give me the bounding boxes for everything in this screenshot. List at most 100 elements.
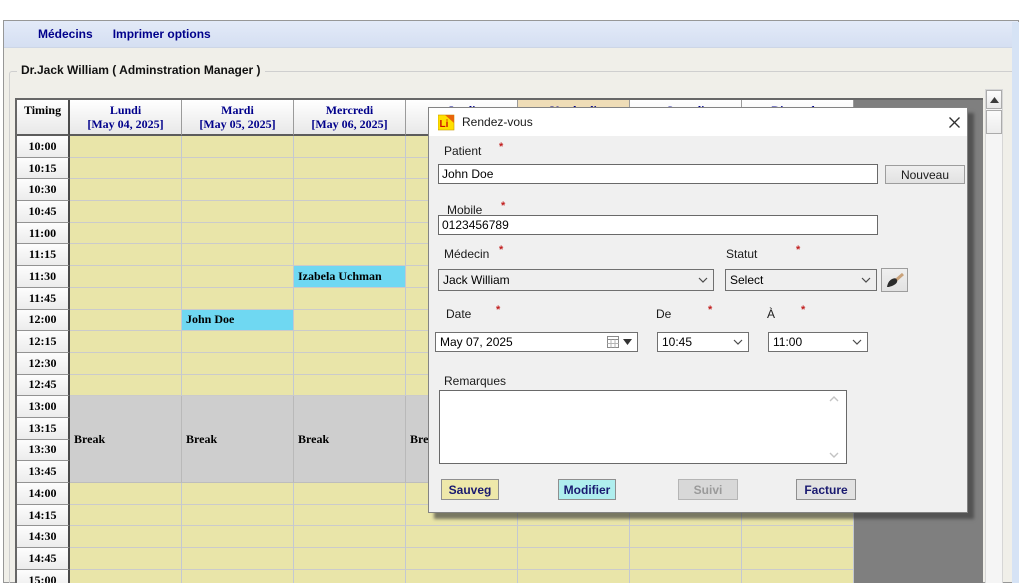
- dialog-title: Rendez-vous: [462, 115, 533, 129]
- sauveg-button[interactable]: Sauveg: [441, 479, 499, 500]
- mobile-input[interactable]: [438, 215, 878, 235]
- time-slot[interactable]: [70, 310, 182, 332]
- time-slot[interactable]: [182, 266, 294, 288]
- svg-text:Li: Li: [440, 119, 449, 130]
- time-slot[interactable]: [182, 375, 294, 397]
- nouveau-button[interactable]: Nouveau: [885, 165, 965, 184]
- time-slot[interactable]: [70, 244, 182, 266]
- time-slot[interactable]: [70, 136, 182, 158]
- break-cell: Break: [294, 396, 406, 483]
- time-slot[interactable]: [294, 375, 406, 397]
- time-slot[interactable]: [70, 353, 182, 375]
- time-slot[interactable]: [182, 548, 294, 570]
- textarea-scroll-down-icon: [829, 452, 839, 458]
- time-slot[interactable]: [406, 548, 518, 570]
- patient-input[interactable]: [438, 164, 878, 184]
- time-slot[interactable]: [294, 353, 406, 375]
- time-slot[interactable]: [70, 201, 182, 223]
- remarques-textarea[interactable]: [439, 390, 847, 464]
- required-marker: *: [499, 244, 503, 256]
- date-value: May 07, 2025: [440, 335, 513, 349]
- time-slot[interactable]: [182, 201, 294, 223]
- time-slot[interactable]: [294, 179, 406, 201]
- time-slot[interactable]: [182, 483, 294, 505]
- time-slot[interactable]: [294, 310, 406, 332]
- time-slot[interactable]: [182, 526, 294, 548]
- time-label: 14:15: [17, 505, 70, 527]
- time-slot[interactable]: [294, 136, 406, 158]
- time-slot[interactable]: [294, 288, 406, 310]
- time-slot[interactable]: [70, 223, 182, 245]
- time-slot[interactable]: [630, 526, 742, 548]
- time-slot[interactable]: [294, 505, 406, 527]
- time-slot[interactable]: [70, 288, 182, 310]
- time-slot[interactable]: [70, 526, 182, 548]
- patient-label: Patient: [444, 144, 481, 158]
- color-brush-button[interactable]: [881, 268, 908, 292]
- facture-button[interactable]: Facture: [796, 479, 856, 500]
- modifier-button[interactable]: Modifier: [558, 479, 616, 500]
- day-header-mardi[interactable]: Mardi[May 05, 2025]: [182, 100, 294, 136]
- date-picker[interactable]: May 07, 2025: [435, 332, 638, 352]
- time-slot[interactable]: [70, 548, 182, 570]
- appointment-cell[interactable]: Izabela Uchman: [294, 266, 406, 288]
- time-slot[interactable]: [294, 526, 406, 548]
- menu-item-imprimer-options[interactable]: Imprimer options: [103, 27, 221, 41]
- de-combobox[interactable]: 10:45: [657, 332, 749, 352]
- appointment-cell[interactable]: John Doe: [182, 310, 294, 332]
- a-combobox[interactable]: 11:00: [768, 332, 868, 352]
- time-slot[interactable]: [294, 201, 406, 223]
- time-slot[interactable]: [182, 505, 294, 527]
- time-slot[interactable]: [630, 548, 742, 570]
- day-header-mercredi[interactable]: Mercredi[May 06, 2025]: [294, 100, 406, 136]
- time-slot[interactable]: [182, 223, 294, 245]
- time-slot[interactable]: [518, 548, 630, 570]
- time-label: 11:45: [17, 288, 70, 310]
- time-slot[interactable]: [182, 353, 294, 375]
- day-header-lundi[interactable]: Lundi[May 04, 2025]: [70, 100, 182, 136]
- time-slot[interactable]: [182, 136, 294, 158]
- time-slot[interactable]: [406, 570, 518, 583]
- time-slot[interactable]: [742, 548, 854, 570]
- time-slot[interactable]: [70, 483, 182, 505]
- time-slot[interactable]: [70, 570, 182, 583]
- time-slot[interactable]: [518, 526, 630, 548]
- time-slot[interactable]: [182, 158, 294, 180]
- time-slot[interactable]: [70, 375, 182, 397]
- time-slot[interactable]: [294, 548, 406, 570]
- time-slot[interactable]: [182, 331, 294, 353]
- time-slot[interactable]: [70, 179, 182, 201]
- textarea-scroll-up-icon: [829, 396, 839, 402]
- time-slot[interactable]: [742, 526, 854, 548]
- medecin-combobox[interactable]: Jack William: [438, 269, 714, 291]
- time-slot[interactable]: [294, 158, 406, 180]
- time-slot[interactable]: [294, 483, 406, 505]
- menu-item-médecins[interactable]: Médecins: [28, 27, 103, 41]
- time-slot[interactable]: [294, 244, 406, 266]
- time-slot[interactable]: [70, 331, 182, 353]
- scrollbar-thumb[interactable]: [986, 110, 1002, 134]
- time-slot[interactable]: [294, 570, 406, 583]
- time-slot[interactable]: [406, 526, 518, 548]
- time-slot[interactable]: [742, 570, 854, 583]
- time-slot[interactable]: [70, 505, 182, 527]
- vertical-scrollbar[interactable]: [985, 89, 1003, 583]
- time-slot[interactable]: [294, 223, 406, 245]
- time-slot[interactable]: [182, 244, 294, 266]
- time-slot[interactable]: [518, 570, 630, 583]
- scroll-up-button[interactable]: [986, 90, 1002, 109]
- time-slot[interactable]: [70, 266, 182, 288]
- time-slot[interactable]: [182, 570, 294, 583]
- statut-combobox[interactable]: Select: [725, 269, 877, 291]
- close-button[interactable]: [945, 114, 963, 130]
- suivi-button[interactable]: Suivi: [678, 479, 738, 500]
- time-slot[interactable]: [294, 331, 406, 353]
- required-marker: *: [708, 304, 712, 316]
- time-slot[interactable]: [630, 570, 742, 583]
- time-slot[interactable]: [182, 179, 294, 201]
- app-icon: Li: [438, 114, 455, 131]
- time-slot[interactable]: [182, 288, 294, 310]
- close-icon: [949, 117, 960, 128]
- dialog-titlebar[interactable]: Li Rendez-vous: [429, 108, 967, 136]
- time-slot[interactable]: [70, 158, 182, 180]
